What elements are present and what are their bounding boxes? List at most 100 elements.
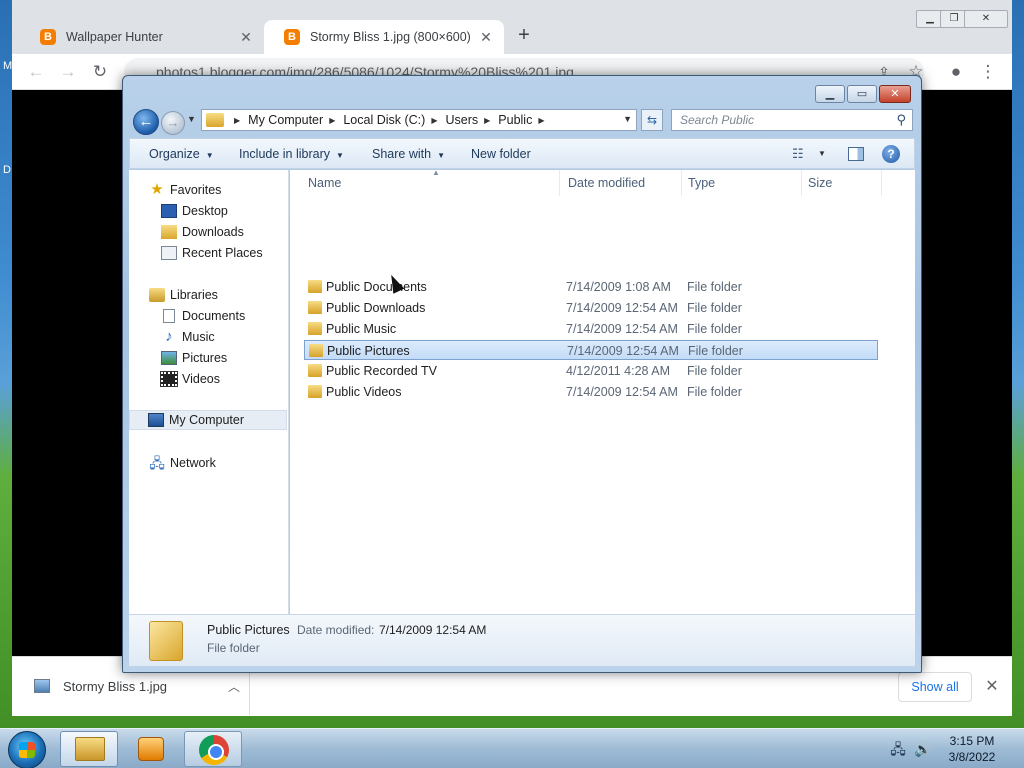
explorer-address-bar[interactable]: ▶ My Computer ▶ Local Disk (C:) ▶ Users ▶ P… (201, 109, 637, 131)
profile-avatar-icon[interactable]: ● (944, 60, 968, 84)
dropdown-arrow-icon: ▼ (205, 151, 214, 160)
nav-label: Downloads (182, 225, 244, 239)
column-header-date-modified[interactable]: Date modified (562, 170, 682, 196)
reload-icon[interactable]: ↻ (88, 60, 112, 84)
organize-button[interactable]: Organize ▼ (149, 147, 214, 161)
share-with-button[interactable]: Share with ▼ (372, 147, 445, 161)
change-view-icon[interactable]: ☷ (792, 146, 804, 162)
close-download-shelf-icon[interactable]: ✕ (980, 675, 1004, 699)
breadcrumb-label: Users (445, 113, 479, 127)
table-row-selected[interactable]: Public Pictures 7/14/2009 12:54 AM File fo… (304, 340, 878, 360)
tab-stormy-bliss[interactable]: B Stormy Bliss 1.jpg (800×600) ✕ (264, 20, 504, 54)
column-header-name[interactable]: Name ▲ (302, 168, 560, 196)
system-clock[interactable]: 3:15 PM 3/8/2022 (940, 733, 1004, 765)
nav-recent-places[interactable]: Recent Places (129, 243, 287, 263)
tab-wallpaper-hunter[interactable]: B Wallpaper Hunter ✕ (20, 20, 264, 54)
column-header-size[interactable]: Size (802, 170, 882, 196)
recent-places-icon (161, 246, 177, 260)
file-list: Name ▲ Date modified Type Size Public Doc… (290, 168, 915, 614)
row-name: Public Downloads (326, 301, 426, 315)
chrome-icon (199, 735, 229, 765)
film-icon (160, 371, 178, 387)
nav-libraries[interactable]: Libraries (129, 285, 287, 305)
show-all-button[interactable]: Show all (898, 672, 972, 702)
download-filename: Stormy Bliss 1.jpg (63, 678, 168, 694)
blogger-icon: B (284, 29, 300, 45)
nav-documents[interactable]: Documents (129, 306, 287, 326)
search-placeholder: Search Public (680, 113, 755, 127)
table-row[interactable]: Public Videos 7/14/2009 12:54 AM File fold… (304, 382, 878, 402)
command-bar: Organize ▼ Include in library ▼ Share with… (129, 138, 915, 169)
network-tray-icon[interactable]: 🖧 (890, 741, 906, 757)
include-in-library-button[interactable]: Include in library ▼ (239, 147, 344, 161)
address-dropdown-icon[interactable]: ▼ (623, 114, 632, 124)
row-type: File folder (688, 344, 743, 358)
row-date: 7/14/2009 12:54 AM (567, 344, 679, 358)
nav-my-computer[interactable]: My Computer (129, 410, 287, 430)
dropdown-arrow-icon: ▼ (437, 151, 445, 160)
breadcrumb-local-disk[interactable]: Local Disk (C:) ▶ (343, 113, 445, 127)
large-folder-icon (149, 621, 183, 661)
nav-desktop[interactable]: Desktop (129, 201, 287, 221)
explorer-maximize-button[interactable]: ▭ (847, 85, 877, 103)
sort-arrow-icon: ▲ (432, 168, 440, 177)
tab-close-icon[interactable]: ✕ (478, 29, 494, 46)
close-window-button[interactable]: ✕ (964, 10, 1008, 28)
side-letter: M (3, 60, 13, 72)
explorer-minimize-button[interactable]: ▁ (815, 85, 845, 103)
breadcrumb-my-computer[interactable]: My Computer ▶ (248, 113, 343, 127)
view-options-dropdown-icon[interactable]: ▼ (818, 149, 826, 158)
organize-label: Organize (149, 147, 200, 161)
tab-close-icon[interactable]: ✕ (238, 29, 254, 46)
refresh-button[interactable]: ⇆ (641, 109, 663, 131)
volume-icon[interactable]: 🔊 (914, 741, 931, 757)
folder-icon (206, 113, 224, 127)
nav-label: My Computer (169, 413, 245, 427)
search-input[interactable]: Search Public ⚲ (671, 109, 913, 131)
help-icon[interactable]: ? (882, 145, 900, 163)
table-row[interactable]: Public Music 7/14/2009 12:54 AM File folde… (304, 319, 878, 339)
chevron-up-icon[interactable]: ︿ (219, 678, 249, 695)
explorer-close-button[interactable]: ✕ (879, 85, 911, 103)
breadcrumb-arrow-icon[interactable]: ▶ (538, 116, 544, 125)
recent-pages-dropdown-icon[interactable]: ▼ (187, 114, 199, 124)
row-type: File folder (687, 322, 742, 336)
blogger-icon: B (40, 29, 56, 45)
windows-logo-icon (19, 742, 35, 758)
image-file-icon (34, 679, 50, 693)
back-arrow-icon[interactable]: ← (24, 60, 48, 84)
start-button[interactable] (8, 731, 46, 768)
taskbar-explorer-button[interactable] (60, 731, 118, 767)
row-name: Public Music (326, 322, 397, 336)
nav-videos[interactable]: Videos (129, 369, 287, 389)
nav-label: Favorites (170, 183, 222, 197)
table-row[interactable]: Public Downloads 7/14/2009 12:54 AM File f… (304, 298, 878, 318)
breadcrumb-arrow-icon[interactable]: ▶ (329, 116, 335, 125)
new-folder-button[interactable]: New folder (471, 147, 531, 161)
back-button[interactable]: ← (133, 109, 159, 135)
breadcrumb-public[interactable]: Public ▶ (498, 113, 552, 127)
forward-arrow-icon[interactable]: → (56, 60, 80, 84)
breadcrumb-arrow-icon[interactable]: ▶ (431, 116, 437, 125)
new-tab-button[interactable]: + (512, 24, 536, 48)
taskbar-chrome-button[interactable] (184, 731, 242, 767)
forward-button[interactable]: → (161, 111, 185, 135)
nav-network[interactable]: 🖧 Network (129, 453, 287, 473)
breadcrumb-label: My Computer (248, 113, 324, 127)
column-header-type[interactable]: Type (682, 170, 802, 196)
menu-dots-icon[interactable]: ⋮ (976, 60, 1000, 84)
desktop-icon (161, 204, 177, 218)
search-icon[interactable]: ⚲ (896, 112, 906, 128)
breadcrumb-arrow-icon[interactable]: ▶ (484, 116, 490, 125)
nav-pictures[interactable]: Pictures (129, 348, 287, 368)
details-item-name: Public Pictures (207, 623, 290, 637)
breadcrumb-users[interactable]: Users ▶ (445, 113, 498, 127)
breadcrumb-label: Public (498, 113, 533, 127)
taskbar-media-player-button[interactable] (122, 731, 180, 767)
nav-favorites[interactable]: ★ Favorites (129, 180, 287, 200)
nav-downloads[interactable]: Downloads (129, 222, 287, 242)
breadcrumb-arrow-icon[interactable]: ▶ (234, 116, 240, 125)
preview-pane-icon[interactable] (848, 147, 864, 161)
nav-music[interactable]: ♪ Music (129, 327, 287, 347)
table-row[interactable]: Public Recorded TV 4/12/2011 4:28 AM File … (304, 361, 878, 381)
